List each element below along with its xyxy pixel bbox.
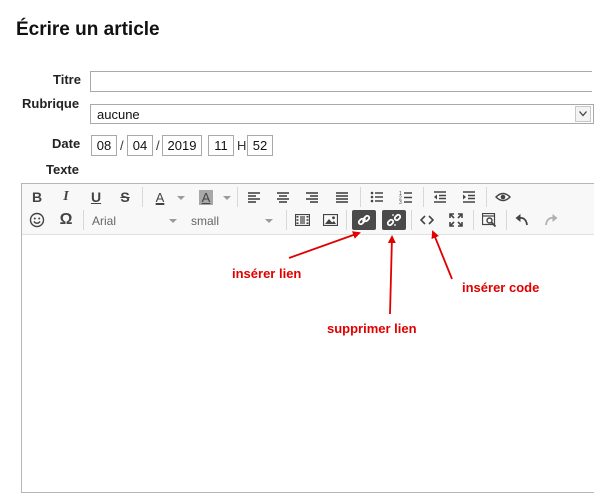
rubrique-select[interactable]: aucune xyxy=(90,104,594,124)
time-hour-input[interactable]: 11 xyxy=(208,135,234,156)
toolbar-separator xyxy=(286,210,287,230)
justify-icon[interactable] xyxy=(332,187,352,207)
link-icon[interactable] xyxy=(352,210,376,230)
special-char-button[interactable]: Ω xyxy=(56,210,76,230)
find-replace-icon[interactable] xyxy=(479,210,499,230)
font-size-dropdown-icon[interactable] xyxy=(265,219,273,223)
titre-input[interactable] xyxy=(90,71,592,92)
time-separator: H xyxy=(237,138,247,153)
font-size-select[interactable]: small xyxy=(191,214,219,228)
toolbar-separator xyxy=(360,187,361,207)
toolbar-separator xyxy=(486,187,487,207)
background-color-dropdown-icon[interactable] xyxy=(223,196,231,200)
date-separator: / xyxy=(120,138,124,153)
align-center-icon[interactable] xyxy=(273,187,293,207)
date-day-input[interactable]: 08 xyxy=(91,135,117,156)
font-family-select[interactable]: Arial xyxy=(92,214,116,228)
align-right-icon[interactable] xyxy=(302,187,322,207)
underline-button[interactable]: U xyxy=(86,187,106,207)
toolbar-separator xyxy=(473,210,474,230)
toolbar-separator xyxy=(423,187,424,207)
chevron-down-icon[interactable] xyxy=(575,106,591,122)
toolbar-separator xyxy=(237,187,238,207)
date-label: Date xyxy=(52,136,81,151)
annotation-remove-link: supprimer lien xyxy=(327,321,417,336)
outdent-icon[interactable] xyxy=(430,187,450,207)
strikethrough-button[interactable]: S xyxy=(115,187,135,207)
titre-label: Titre xyxy=(53,72,81,87)
editor-toolbar: B I U S A A 123 Ω Arial small xyxy=(22,184,594,235)
font-family-dropdown-icon[interactable] xyxy=(169,219,177,223)
align-left-icon[interactable] xyxy=(244,187,264,207)
toolbar-separator xyxy=(506,210,507,230)
background-color-button[interactable]: A xyxy=(196,187,216,207)
fullscreen-icon[interactable] xyxy=(446,210,466,230)
time-minute-input[interactable]: 52 xyxy=(247,135,273,156)
image-icon[interactable] xyxy=(320,210,340,230)
text-color-dropdown-icon[interactable] xyxy=(177,196,185,200)
date-month-input[interactable]: 04 xyxy=(127,135,153,156)
rubrique-label: Rubrique xyxy=(22,96,80,111)
svg-text:3: 3 xyxy=(399,200,402,204)
bold-button[interactable]: B xyxy=(27,187,47,207)
italic-button[interactable]: I xyxy=(56,187,76,207)
background-color-label: A xyxy=(198,189,214,205)
text-color-button[interactable]: A xyxy=(150,187,170,207)
unlink-icon[interactable] xyxy=(382,210,406,230)
preview-eye-icon[interactable] xyxy=(493,187,513,207)
redo-icon[interactable] xyxy=(541,210,561,230)
annotation-insert-code: insérer code xyxy=(462,280,540,295)
toolbar-separator xyxy=(142,187,143,207)
code-icon[interactable] xyxy=(417,210,437,230)
bullet-list-icon[interactable] xyxy=(367,187,387,207)
rubrique-selected-value: aucune xyxy=(97,107,140,122)
toolbar-separator xyxy=(411,210,412,230)
indent-icon[interactable] xyxy=(459,187,479,207)
annotation-insert-link: insérer lien xyxy=(232,266,302,281)
numbered-list-icon[interactable]: 123 xyxy=(396,187,416,207)
toolbar-separator xyxy=(346,210,347,230)
toolbar-separator xyxy=(83,210,84,230)
date-separator: / xyxy=(156,138,160,153)
page-title: Écrire un article xyxy=(16,19,160,40)
video-icon[interactable] xyxy=(292,210,312,230)
emoji-icon[interactable] xyxy=(27,210,47,230)
date-year-input[interactable]: 2019 xyxy=(162,135,202,156)
undo-icon[interactable] xyxy=(512,210,532,230)
texte-label: Texte xyxy=(46,162,79,177)
